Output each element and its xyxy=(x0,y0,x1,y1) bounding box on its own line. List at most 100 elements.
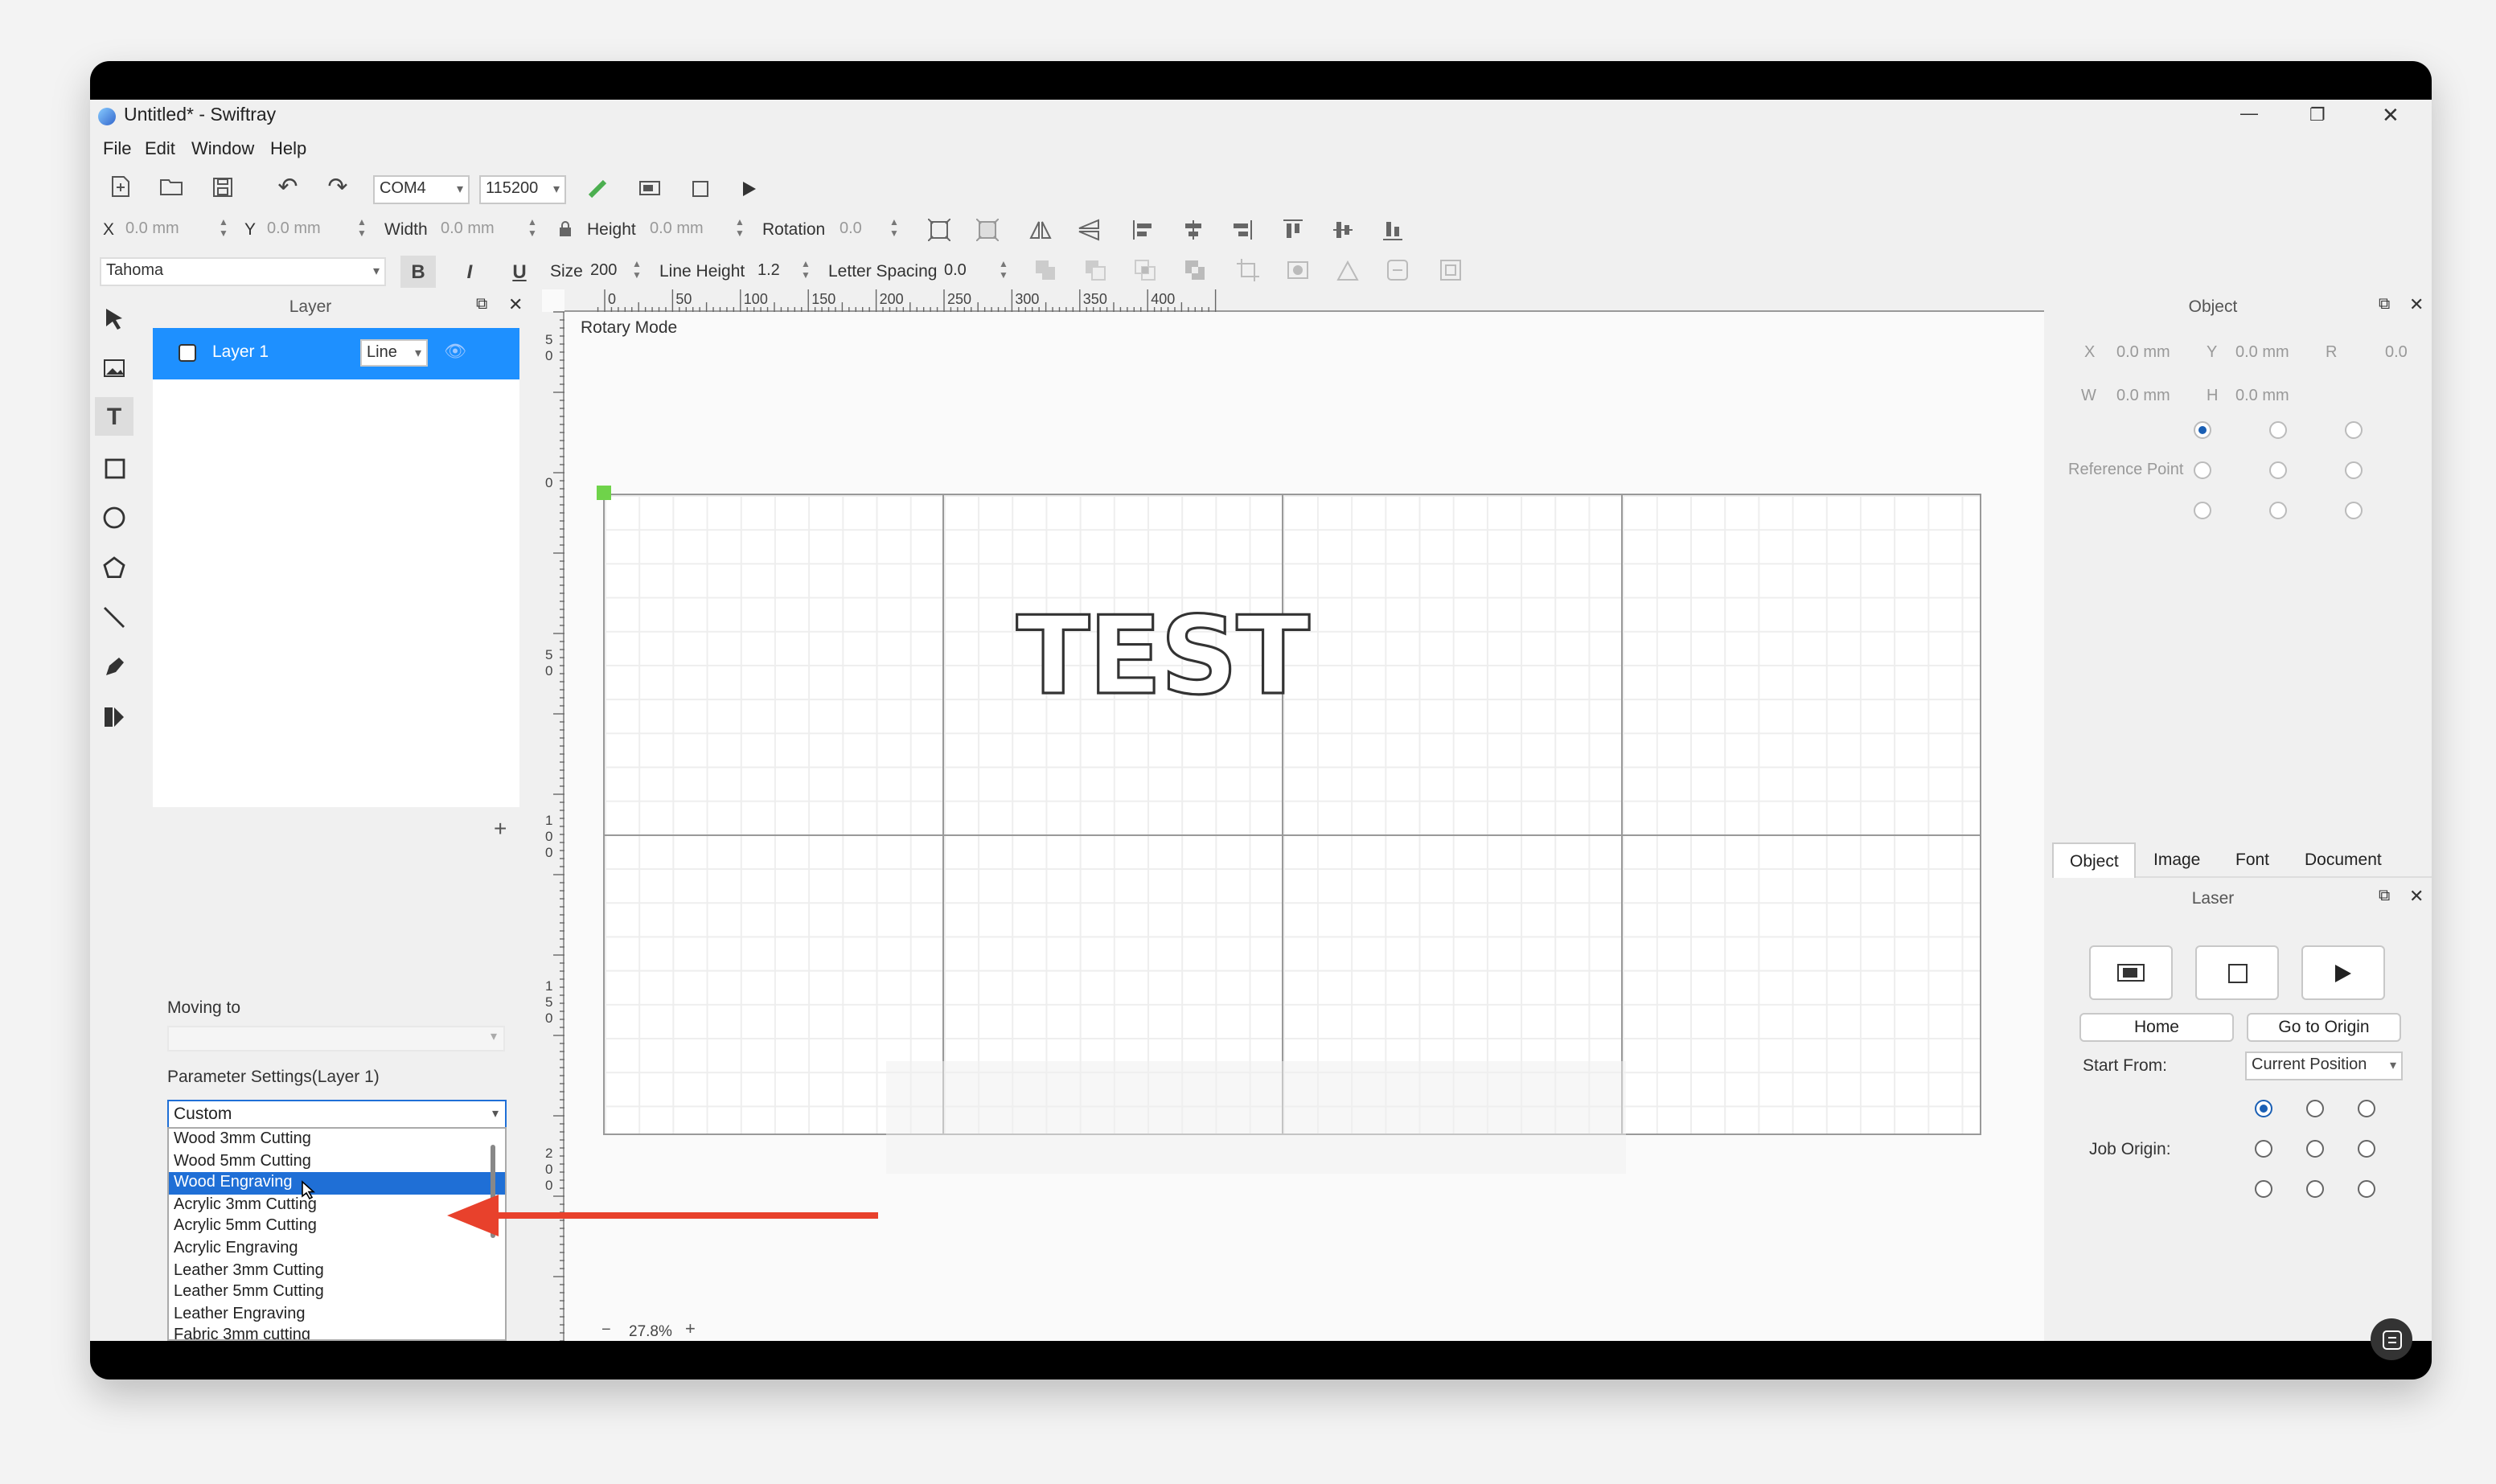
work-area[interactable]: TEST xyxy=(603,494,1981,1135)
union-icon[interactable] xyxy=(1032,257,1058,283)
letter-spacing-spinner[interactable]: ▲ ▼ xyxy=(999,260,1008,283)
barcode-tool-icon[interactable] xyxy=(100,703,129,732)
triangle-icon[interactable] xyxy=(1335,257,1361,283)
subtract-icon[interactable] xyxy=(1082,257,1108,283)
crop-icon[interactable] xyxy=(1235,257,1261,283)
laser-control-button[interactable] xyxy=(2089,945,2173,1000)
ref-point-radio[interactable] xyxy=(2269,502,2287,519)
fit-height-icon[interactable] xyxy=(975,217,1000,243)
tab-object[interactable]: Object xyxy=(2052,842,2137,878)
job-origin-radio[interactable] xyxy=(2358,1100,2375,1117)
align-center-icon[interactable] xyxy=(1180,217,1206,243)
preset-option[interactable]: Acrylic Engraving xyxy=(169,1238,505,1260)
ellipse-tool-icon[interactable] xyxy=(100,503,129,532)
maximize-icon[interactable]: ❐ xyxy=(2309,105,2326,125)
save-icon[interactable] xyxy=(209,174,235,199)
pen-tool-icon[interactable] xyxy=(100,653,129,682)
ref-point-radio[interactable] xyxy=(2269,421,2287,439)
obj-x-value[interactable]: 0.0 mm xyxy=(2116,344,2170,362)
canvas-text-object[interactable]: TEST xyxy=(1015,596,1311,715)
layer-mode-select[interactable]: Line ▾ xyxy=(360,339,428,367)
preset-option[interactable]: Wood 5mm Cutting xyxy=(169,1150,505,1172)
height-spinner[interactable]: ▲ ▼ xyxy=(735,219,745,241)
align-left-icon[interactable] xyxy=(1131,217,1156,243)
connect-icon[interactable] xyxy=(584,175,610,201)
baud-select[interactable]: 115200 ▾ xyxy=(479,175,566,204)
preset-option[interactable]: Wood 3mm Cutting xyxy=(169,1129,505,1150)
size-spinner[interactable]: ▲ ▼ xyxy=(632,260,642,283)
obj-y-value[interactable]: 0.0 mm xyxy=(2235,344,2289,362)
tab-font[interactable]: Font xyxy=(2235,851,2269,870)
y-spinner[interactable]: ▲ ▼ xyxy=(357,219,367,241)
job-origin-radio[interactable] xyxy=(2306,1180,2324,1198)
rotation-spinner[interactable]: ▲ ▼ xyxy=(889,219,899,241)
select-tool-icon[interactable] xyxy=(100,304,129,333)
job-origin-radio[interactable] xyxy=(2358,1140,2375,1158)
laser-panel-icon[interactable] xyxy=(637,175,663,201)
visibility-eye-icon[interactable]: 👁 xyxy=(444,341,466,362)
rotation-input[interactable]: 0.0 xyxy=(840,220,862,238)
job-origin-radio[interactable] xyxy=(2358,1180,2375,1198)
menu-help[interactable]: Help xyxy=(270,140,306,159)
port-select[interactable]: COM4 ▾ xyxy=(373,175,470,204)
line-height-spinner[interactable]: ▲ ▼ xyxy=(801,260,811,283)
line-tool-icon[interactable] xyxy=(100,603,129,632)
close-icon[interactable]: ✕ xyxy=(2409,886,2424,907)
job-origin-radio[interactable] xyxy=(2255,1180,2272,1198)
font-family-select[interactable]: Tahoma ▾ xyxy=(100,257,386,286)
redo-icon[interactable]: ↷ xyxy=(325,174,351,201)
preset-option[interactable]: Leather Engraving xyxy=(169,1304,505,1326)
undock-icon[interactable]: ⧉ xyxy=(476,296,487,314)
close-icon[interactable]: ✕ xyxy=(2382,103,2400,129)
rectangle-tool-icon[interactable] xyxy=(100,453,129,482)
frame-button[interactable] xyxy=(2195,945,2279,1000)
layer-color-swatch[interactable] xyxy=(179,344,196,362)
menu-file[interactable]: File xyxy=(103,140,131,159)
width-spinner[interactable]: ▲ ▼ xyxy=(528,219,537,241)
preset-option[interactable]: Fabric 3mm cutting xyxy=(169,1326,505,1339)
ref-point-radio[interactable] xyxy=(2345,461,2363,479)
width-input[interactable]: 0.0 mm xyxy=(441,220,495,238)
image-tool-icon[interactable] xyxy=(100,354,129,383)
zoom-out-button[interactable]: − xyxy=(601,1322,611,1339)
preset-option[interactable]: Wood Engraving xyxy=(169,1172,505,1195)
lock-icon[interactable] xyxy=(555,219,574,238)
close-icon[interactable]: ✕ xyxy=(2409,294,2424,315)
size-input[interactable]: 200 xyxy=(590,262,617,280)
open-folder-icon[interactable] xyxy=(158,174,183,199)
ref-point-radio[interactable] xyxy=(2194,461,2211,479)
frame-icon[interactable] xyxy=(687,175,712,201)
flip-vertical-icon[interactable] xyxy=(1076,217,1102,243)
menu-window[interactable]: Window xyxy=(191,140,254,159)
origin-handle[interactable] xyxy=(597,486,611,500)
play-icon[interactable] xyxy=(737,175,762,201)
add-layer-button[interactable]: + xyxy=(494,815,507,841)
bold-button[interactable]: B xyxy=(400,256,436,288)
ref-point-radio[interactable] xyxy=(2345,502,2363,519)
polygon-tool-icon[interactable] xyxy=(100,553,129,582)
tab-document[interactable]: Document xyxy=(2305,851,2382,870)
undock-icon[interactable]: ⧉ xyxy=(2379,888,2390,905)
start-from-select[interactable]: Current Position ▾ xyxy=(2245,1052,2403,1080)
new-file-icon[interactable] xyxy=(108,174,133,199)
mask-icon[interactable] xyxy=(1285,257,1311,283)
line-height-input[interactable]: 1.2 xyxy=(757,262,780,280)
ref-point-radio[interactable] xyxy=(2345,421,2363,439)
y-input[interactable]: 0.0 mm xyxy=(267,220,321,238)
tab-image[interactable]: Image xyxy=(2153,851,2200,870)
go-to-origin-button[interactable]: Go to Origin xyxy=(2247,1013,2401,1042)
layer-row[interactable]: Layer 1 Line ▾ 👁 xyxy=(153,328,519,379)
zoom-in-button[interactable]: + xyxy=(685,1320,696,1339)
ref-point-radio[interactable] xyxy=(2269,461,2287,479)
ref-point-radio[interactable] xyxy=(2194,421,2211,439)
ref-point-radio[interactable] xyxy=(2194,502,2211,519)
minimize-icon[interactable]: — xyxy=(2240,105,2258,124)
job-origin-radio[interactable] xyxy=(2255,1100,2272,1117)
x-input[interactable]: 0.0 mm xyxy=(125,220,179,238)
align-bottom-icon[interactable] xyxy=(1380,217,1406,243)
menu-edit[interactable]: Edit xyxy=(145,140,175,159)
text-tool-icon[interactable]: T xyxy=(95,397,133,436)
fit-width-icon[interactable] xyxy=(926,217,952,243)
moving-to-select[interactable]: ▾ xyxy=(167,1026,505,1052)
job-origin-radio[interactable] xyxy=(2255,1140,2272,1158)
